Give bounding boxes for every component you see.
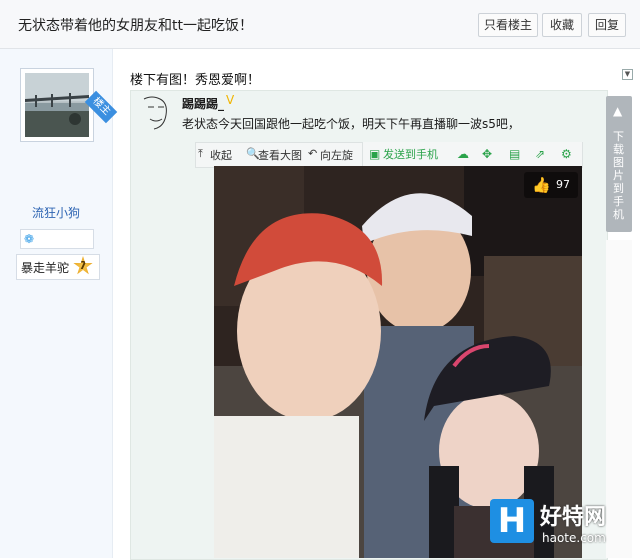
weibo-handle[interactable]: 踢踢踢_ <box>182 95 224 112</box>
android-icon: ▲ <box>613 104 623 118</box>
share-icon[interactable]: ⇗ <box>535 147 545 161</box>
thumbs-up-icon: 👍 <box>532 176 551 194</box>
watermark-name: 好特网 <box>540 505 607 530</box>
username[interactable]: 流狂小狗 <box>0 204 112 221</box>
collapse-arrow-icon[interactable]: ▼ <box>622 69 633 80</box>
level-icon: ❁ <box>24 232 35 246</box>
share-toolbar: ▣ 发送到手机 ☁ ✥ ▤ ⇗ ⚙ <box>362 142 582 166</box>
weibo-text: 老状态今天回国跟他一起吃个饭，明天下午再直播聊一波s5吧， <box>182 117 520 131</box>
thread-title: 无状态带着他的女朋友和tt一起吃饭！ <box>18 18 253 34</box>
view-large-button[interactable]: 查看大图 <box>258 147 302 163</box>
favorite-button[interactable]: 收藏 <box>542 13 582 37</box>
vip-icon: V <box>226 93 235 107</box>
save-icon[interactable]: ▤ <box>509 147 520 161</box>
cloud-icon[interactable]: ☁ <box>457 147 469 161</box>
like-count: 97 <box>556 178 570 191</box>
user-level-box: ❁ <box>20 229 94 249</box>
fullscreen-icon[interactable]: ✥ <box>482 147 492 161</box>
reply-button[interactable]: 回复 <box>588 13 626 37</box>
like-button[interactable]: 👍 97 <box>524 172 578 198</box>
watermark-logo-icon: H <box>490 499 534 543</box>
post-text: 楼下有图！秀恩爱啊！ <box>130 73 261 88</box>
download-to-phone-label: 下载图片到手机 <box>613 130 624 221</box>
only-op-button[interactable]: 只看楼主 <box>478 13 538 37</box>
rotate-left-icon: ↶ <box>308 147 318 160</box>
phone-icon: ▣ <box>369 147 381 161</box>
collapse-button[interactable]: 收起 <box>210 147 232 163</box>
author-panel: 楼主 流狂小狗 ❁ 暴走羊驼 7 <box>0 49 118 558</box>
watermark-url: haote.com <box>542 531 606 545</box>
bridge-photo-icon <box>25 73 89 137</box>
site-watermark: H 好特网 haote.com <box>490 497 634 555</box>
rotate-left-button[interactable]: 向左旋 <box>320 147 353 163</box>
send-to-phone-button[interactable]: 发送到手机 <box>383 146 438 162</box>
avatar[interactable] <box>20 68 94 142</box>
badge-level: 7 <box>73 256 93 275</box>
sketch-avatar-icon <box>143 96 167 130</box>
download-to-phone-button[interactable]: ▲ 下载图片到手机 <box>606 96 632 232</box>
member-badge[interactable]: 暴走羊驼 7 <box>16 254 100 280</box>
collapse-up-icon: ⤒ <box>198 147 203 160</box>
badge-name: 暴走羊驼 <box>21 261 70 275</box>
settings-gear-icon[interactable]: ⚙ <box>561 147 572 161</box>
avatar-image <box>25 73 89 137</box>
thread-header: 无状态带着他的女朋友和tt一起吃饭！ 只看楼主 收藏 回复 <box>0 0 640 49</box>
